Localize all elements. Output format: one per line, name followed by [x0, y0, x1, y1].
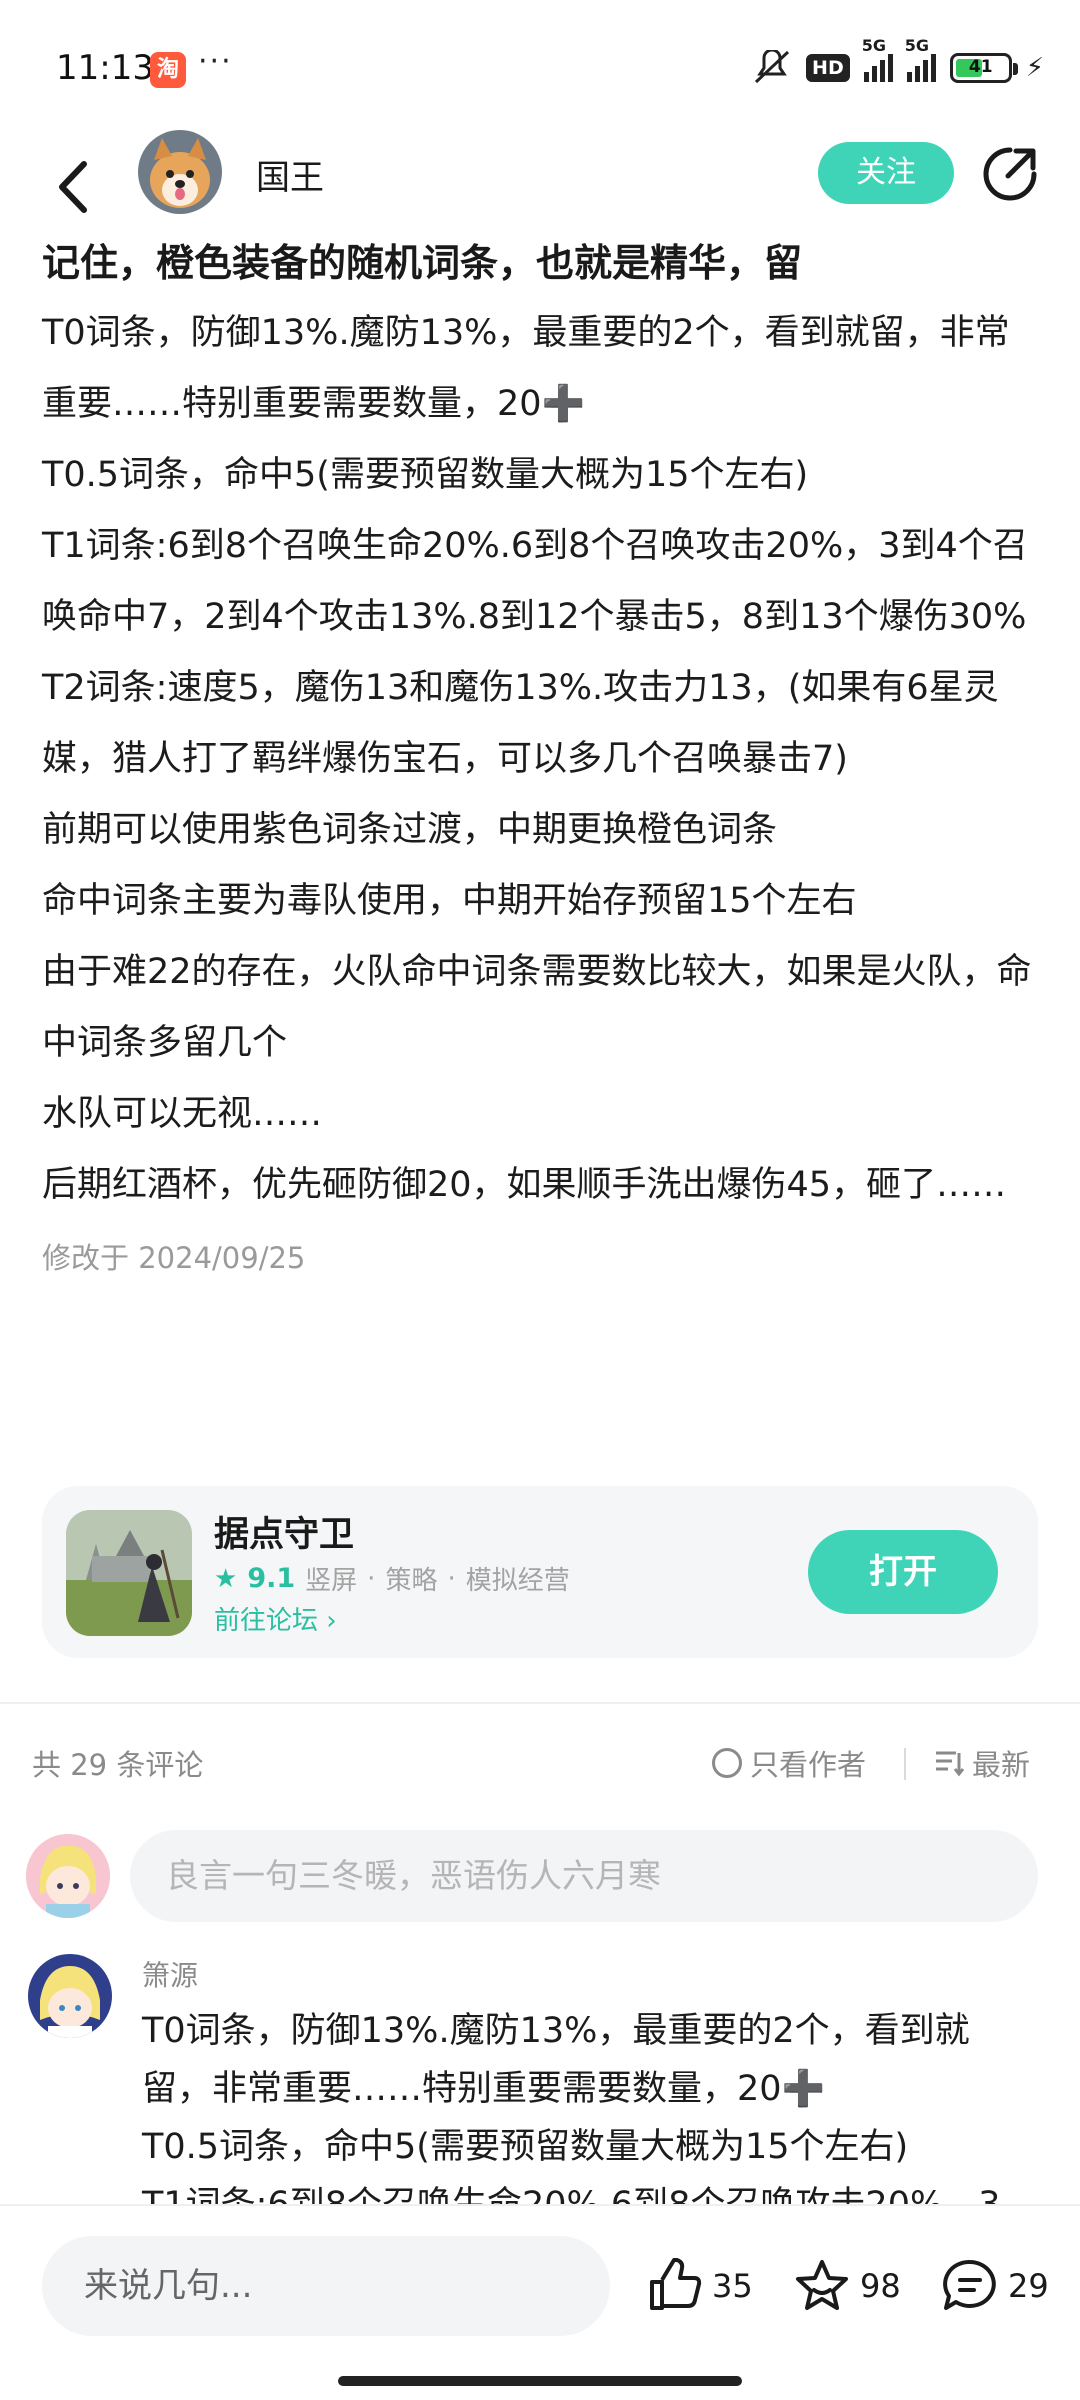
charging-icon: ⚡ [1025, 53, 1044, 83]
back-arrow-icon[interactable] [46, 152, 106, 222]
comment-count-bottom: 29 [1008, 2267, 1049, 2305]
game-tag: 竖屏 [305, 1566, 358, 1596]
game-tag: 策略 [385, 1566, 438, 1596]
home-indicator[interactable] [338, 2376, 742, 2386]
forum-link[interactable]: 前往论坛 › [214, 1600, 337, 1637]
star-icon: ★ [214, 1563, 238, 1594]
post-paragraph: T0.5词条，命中5(需要预留数量大概为15个左右) [42, 455, 809, 495]
like-count: 35 [712, 2267, 753, 2305]
hd-icon: HD [806, 54, 850, 82]
signal-icon: 5G [905, 36, 936, 82]
signal-icon: 5G [862, 36, 893, 82]
say-input[interactable]: 来说几句... [42, 2236, 610, 2336]
bottom-action-bar: 来说几句... 35 98 29 [0, 2204, 1080, 2400]
signal-label: 5G [861, 36, 886, 55]
only-author-toggle[interactable]: 只看作者 [712, 1742, 866, 1784]
author-avatar[interactable] [138, 130, 222, 214]
game-icon[interactable] [66, 1510, 192, 1636]
post-paragraph: 水队可以无视…… [42, 1094, 323, 1134]
comment-input[interactable]: 良言一句三冬暖，恶语伤人六月寒 [130, 1830, 1038, 1922]
game-name: 据点守卫 [214, 1515, 355, 1555]
post-paragraph: T1词条:6到8个召唤生命20%.6到8个召唤攻击20%，3到4个召唤命中7，2… [42, 526, 1028, 637]
comment-count: 共 29 条评论 [32, 1748, 204, 1782]
post-paragraph: 由于难22的存在，火队命中词条需要数比较大，如果是火队，命中词条多留几个 [42, 952, 1032, 1063]
game-meta: ★ 9.1 竖屏 · 策略 · 模拟经营 [214, 1560, 570, 1597]
comment-line: T0.5词条，命中5(需要预留数量大概为15个左右) [142, 2127, 909, 2167]
my-avatar[interactable] [26, 1834, 110, 1918]
post-title: 记住，橙色装备的随机词条，也就是精华，留 [42, 241, 803, 285]
divider [904, 1748, 906, 1780]
open-game-button[interactable]: 打开 [808, 1530, 998, 1614]
favorite-count: 98 [860, 2267, 901, 2305]
compose-row: 良言一句三冬暖，恶语伤人六月寒 [0, 1828, 1080, 1928]
battery-icon: 41 [949, 53, 1018, 83]
game-score: 9.1 [247, 1563, 296, 1594]
chat-bubble-icon [943, 2259, 996, 2310]
post-paragraph: 后期红酒杯，优先砸防御20，如果顺手洗出爆伤45，砸了…… [42, 1165, 1007, 1205]
comments-header: 共 29 条评论 只看作者 最新 [0, 1736, 1080, 1792]
star-outline-icon [796, 2260, 848, 2310]
author-name[interactable]: 国王 [256, 150, 324, 199]
like-button[interactable]: 35 [644, 2256, 753, 2316]
forum-link-label[interactable]: 前往论坛 [214, 1606, 318, 1636]
post-content: 记住，橙色装备的随机词条，也就是精华，留 T0词条，防御13%.魔防13%，最重… [42, 228, 1042, 1283]
battery-level: 41 [968, 57, 993, 77]
post-paragraph: T2词条:速度5，魔伤13和魔伤13%.攻击力13，(如果有6星灵媒，猎人打了羁… [42, 668, 999, 779]
post-paragraph: T0词条，防御13%.魔防13%，最重要的2个，看到就留，非常重要……特别重要需… [42, 313, 1010, 424]
comment-body: T0词条，防御13%.魔防13%，最重要的2个，看到就留，非常重要……特别重要需… [142, 2002, 1022, 2234]
only-author-label[interactable]: 只看作者 [750, 1742, 866, 1784]
favorite-button[interactable]: 98 [792, 2256, 901, 2316]
comment-button[interactable]: 29 [940, 2256, 1049, 2316]
follow-button[interactable]: 关注 [818, 142, 954, 204]
tag-separator: · [447, 1563, 456, 1594]
circle-icon [712, 1748, 742, 1778]
share-icon[interactable] [980, 144, 1040, 204]
chevron-right-icon: › [326, 1606, 337, 1636]
mute-icon [755, 50, 790, 84]
commenter-name[interactable]: 箫源 [142, 1954, 198, 1994]
thumbs-up-icon [650, 2258, 702, 2310]
sort-label[interactable]: 最新 [972, 1742, 1030, 1784]
comment-line: T0词条，防御13%.魔防13%，最重要的2个，看到就留，非常重要……特别重要需… [142, 2011, 970, 2109]
game-card[interactable]: 据点守卫 ★ 9.1 竖屏 · 策略 · 模拟经营 前往论坛 › 打开 [42, 1486, 1038, 1658]
status-time: 11:13 [56, 48, 154, 88]
more-notifications-icon: ··· [198, 44, 233, 79]
game-tag: 模拟经营 [465, 1566, 570, 1596]
modified-date: 修改于 2024/09/25 [42, 1241, 306, 1275]
taobao-notification-icon: 淘 [150, 52, 186, 88]
tag-separator: · [367, 1563, 376, 1594]
sort-lines-icon [936, 1751, 964, 1777]
commenter-avatar[interactable] [28, 1954, 112, 2038]
sort-toggle[interactable]: 最新 [934, 1742, 1030, 1784]
post-paragraph: 前期可以使用紫色词条过渡，中期更换橙色词条 [42, 810, 778, 850]
post-paragraph: 命中词条主要为毒队使用，中期开始存预留15个左右 [42, 881, 857, 921]
status-bar: 11:13 淘 ··· HD 5G 5G 41 ⚡ [0, 0, 1080, 130]
signal-label: 5G [904, 36, 929, 55]
section-divider [0, 1702, 1080, 1704]
